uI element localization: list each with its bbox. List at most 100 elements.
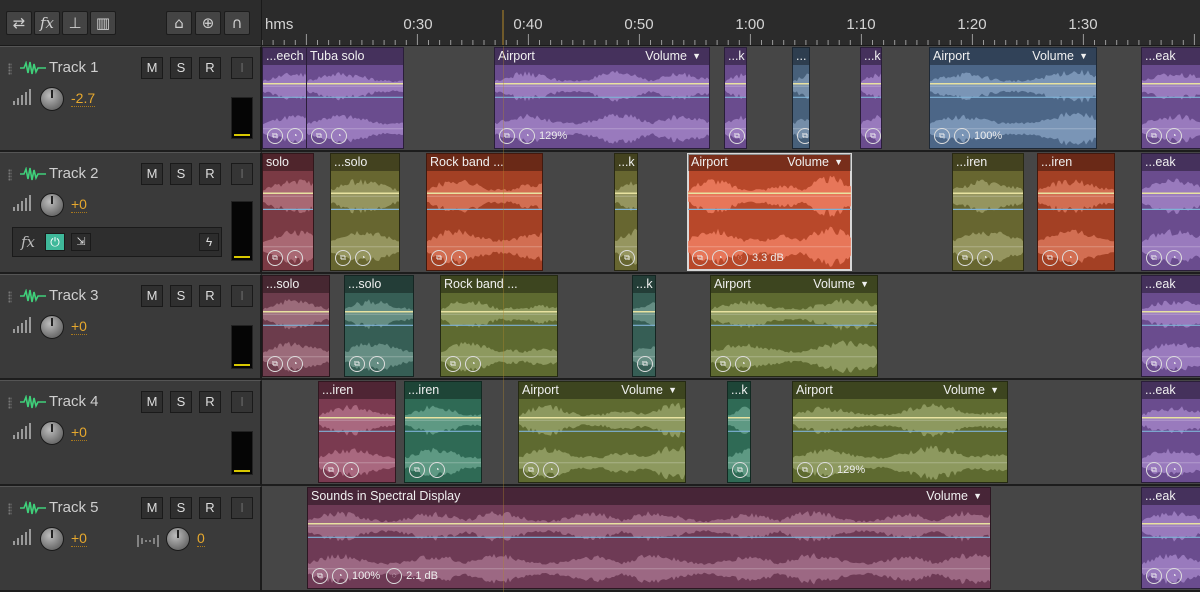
- snap-magnet-icon[interactable]: ∩: [224, 11, 250, 35]
- stretch-icon[interactable]: ◔: [331, 128, 347, 144]
- mixer-icon[interactable]: ▥: [90, 11, 116, 35]
- mute-button[interactable]: M: [141, 285, 163, 307]
- track-header[interactable]: Track 4 M S R I +0: [0, 380, 262, 486]
- clip-group-icon[interactable]: ⧉: [349, 356, 365, 372]
- clip-group-icon[interactable]: ⧉: [1146, 356, 1162, 372]
- audio-clip[interactable]: ...eech ⧉ ◔: [262, 47, 307, 149]
- clip-group-icon[interactable]: ⧉: [523, 462, 539, 478]
- audio-clip[interactable]: ...eak ⧉ ◔: [1141, 275, 1200, 377]
- audio-clip[interactable]: Airport Volume ▼ ⧉ ◔ 129%: [494, 47, 710, 149]
- clip-group-icon[interactable]: ⧉: [311, 128, 327, 144]
- mute-button[interactable]: M: [141, 57, 163, 79]
- stretch-icon[interactable]: ◔: [287, 250, 303, 266]
- switch-view-icon[interactable]: ⇄: [6, 11, 32, 35]
- clip-name[interactable]: ...solo: [263, 276, 329, 293]
- stretch-icon[interactable]: ◔: [817, 462, 833, 478]
- clip-group-icon[interactable]: ⧉: [934, 128, 950, 144]
- audio-clip[interactable]: ...iren ⧉ ◔: [404, 381, 482, 483]
- track-header[interactable]: Track 3 M S R I +0: [0, 274, 262, 380]
- clip-name[interactable]: ...iren: [319, 382, 395, 399]
- clip-name[interactable]: ...iren: [953, 154, 1023, 171]
- clip-name[interactable]: Rock band ...: [427, 154, 542, 171]
- pan-knob[interactable]: [166, 527, 190, 551]
- clip-group-icon[interactable]: ⧉: [335, 250, 351, 266]
- chevron-down-icon[interactable]: ▼: [692, 48, 701, 65]
- clip-name[interactable]: ...: [793, 48, 809, 65]
- stretch-icon[interactable]: ◔: [332, 568, 348, 584]
- audio-clip[interactable]: Airport Volume ▼ ⧉ ◔ 100%: [929, 47, 1097, 149]
- record-arm-button[interactable]: R: [199, 163, 221, 185]
- record-arm-button[interactable]: R: [199, 391, 221, 413]
- clip-group-icon[interactable]: ⧉: [312, 568, 328, 584]
- volume-value[interactable]: -2.7: [71, 91, 96, 107]
- audio-clip[interactable]: solo ⧉ ◔: [262, 153, 314, 271]
- audio-clip[interactable]: Airport Volume ▼ ⧉ ◔ ◌ 3.3 dB: [687, 153, 852, 271]
- clip-name[interactable]: ...eak: [1142, 382, 1200, 399]
- record-arm-button[interactable]: R: [199, 57, 221, 79]
- clip-name[interactable]: ...k: [728, 382, 750, 399]
- effects-rack[interactable]: fx ⏻ ⇲ ϟ: [12, 227, 222, 257]
- clip-name[interactable]: ...k: [725, 48, 746, 65]
- solo-button[interactable]: S: [170, 285, 192, 307]
- stretch-icon[interactable]: ◔: [1166, 356, 1182, 372]
- stretch-icon[interactable]: ◔: [1166, 250, 1182, 266]
- audio-clip[interactable]: Rock band ... ⧉ ◔: [426, 153, 543, 271]
- track-name[interactable]: Track 2: [49, 165, 98, 182]
- audio-clip[interactable]: ... ⧉: [792, 47, 810, 149]
- clip-group-icon[interactable]: ⧉: [323, 462, 339, 478]
- stretch-icon[interactable]: ◔: [735, 356, 751, 372]
- audio-clip[interactable]: ...k ⧉: [614, 153, 638, 271]
- stretch-icon[interactable]: ◔: [465, 356, 481, 372]
- volume-knob[interactable]: [40, 87, 64, 111]
- clip-group-icon[interactable]: ⧉: [1146, 250, 1162, 266]
- track-header[interactable]: Track 2 M S R I +0 fx ⏻ ⇲ ϟ: [0, 152, 262, 274]
- solo-button[interactable]: S: [170, 163, 192, 185]
- audio-clip[interactable]: ...solo ⧉ ◔: [330, 153, 400, 271]
- chevron-down-icon[interactable]: ▼: [860, 276, 869, 293]
- stretch-icon[interactable]: ◔: [954, 128, 970, 144]
- clip-name[interactable]: ...k: [615, 154, 637, 171]
- track-header[interactable]: Track 5 M S R I +0 0: [0, 486, 262, 592]
- clip-volume-envelope-label[interactable]: Volume: [1032, 48, 1074, 65]
- volume-value[interactable]: +0: [71, 425, 87, 441]
- clip-name[interactable]: ...eak: [1142, 154, 1200, 171]
- clip-name[interactable]: ...solo: [345, 276, 413, 293]
- clip-group-icon[interactable]: ⧉: [865, 128, 881, 144]
- audio-clip[interactable]: ...eak ⧉ ◔: [1141, 381, 1200, 483]
- clip-group-icon[interactable]: ⧉: [409, 462, 425, 478]
- chevron-down-icon[interactable]: ▼: [1079, 48, 1088, 65]
- audio-clip[interactable]: ...solo ⧉ ◔: [344, 275, 414, 377]
- stretch-icon[interactable]: ◔: [712, 250, 728, 266]
- input-monitor-button[interactable]: I: [231, 285, 253, 307]
- clip-volume-envelope-label[interactable]: Volume: [645, 48, 687, 65]
- clip-name[interactable]: ...k: [633, 276, 655, 293]
- track-name[interactable]: Track 4: [49, 393, 98, 410]
- clip-group-icon[interactable]: ⧉: [1146, 128, 1162, 144]
- audio-clip[interactable]: Tuba solo ⧉ ◔: [306, 47, 404, 149]
- drag-handle[interactable]: [8, 397, 12, 409]
- stretch-icon[interactable]: ◔: [287, 356, 303, 372]
- mute-button[interactable]: M: [141, 497, 163, 519]
- audio-clip[interactable]: Airport Volume ▼ ⧉ ◔: [518, 381, 686, 483]
- loop-target-icon[interactable]: ⊕: [195, 11, 221, 35]
- clip-volume-envelope-label[interactable]: Volume: [787, 154, 829, 171]
- drag-handle[interactable]: [8, 169, 12, 181]
- clip-group-icon[interactable]: ⧉: [267, 128, 283, 144]
- fx-insert-icon[interactable]: ⇲: [71, 233, 91, 251]
- drag-handle[interactable]: [8, 291, 12, 303]
- clip-name[interactable]: Rock band ...: [441, 276, 557, 293]
- clip-volume-envelope-label[interactable]: Volume: [926, 488, 968, 505]
- chevron-down-icon[interactable]: ▼: [990, 382, 999, 399]
- clip-group-icon[interactable]: ⧉: [729, 128, 745, 144]
- stretch-icon[interactable]: ◔: [1166, 568, 1182, 584]
- record-arm-button[interactable]: R: [199, 497, 221, 519]
- stretch-icon[interactable]: ◔: [1166, 462, 1182, 478]
- clip-group-icon[interactable]: ⧉: [619, 250, 635, 266]
- clip-name[interactable]: ...eak: [1142, 488, 1200, 505]
- input-monitor-button[interactable]: I: [231, 497, 253, 519]
- input-monitor-button[interactable]: I: [231, 163, 253, 185]
- stretch-icon[interactable]: ◔: [519, 128, 535, 144]
- volume-value[interactable]: +0: [71, 197, 87, 213]
- solo-button[interactable]: S: [170, 57, 192, 79]
- audio-clip[interactable]: ...k ⧉: [632, 275, 656, 377]
